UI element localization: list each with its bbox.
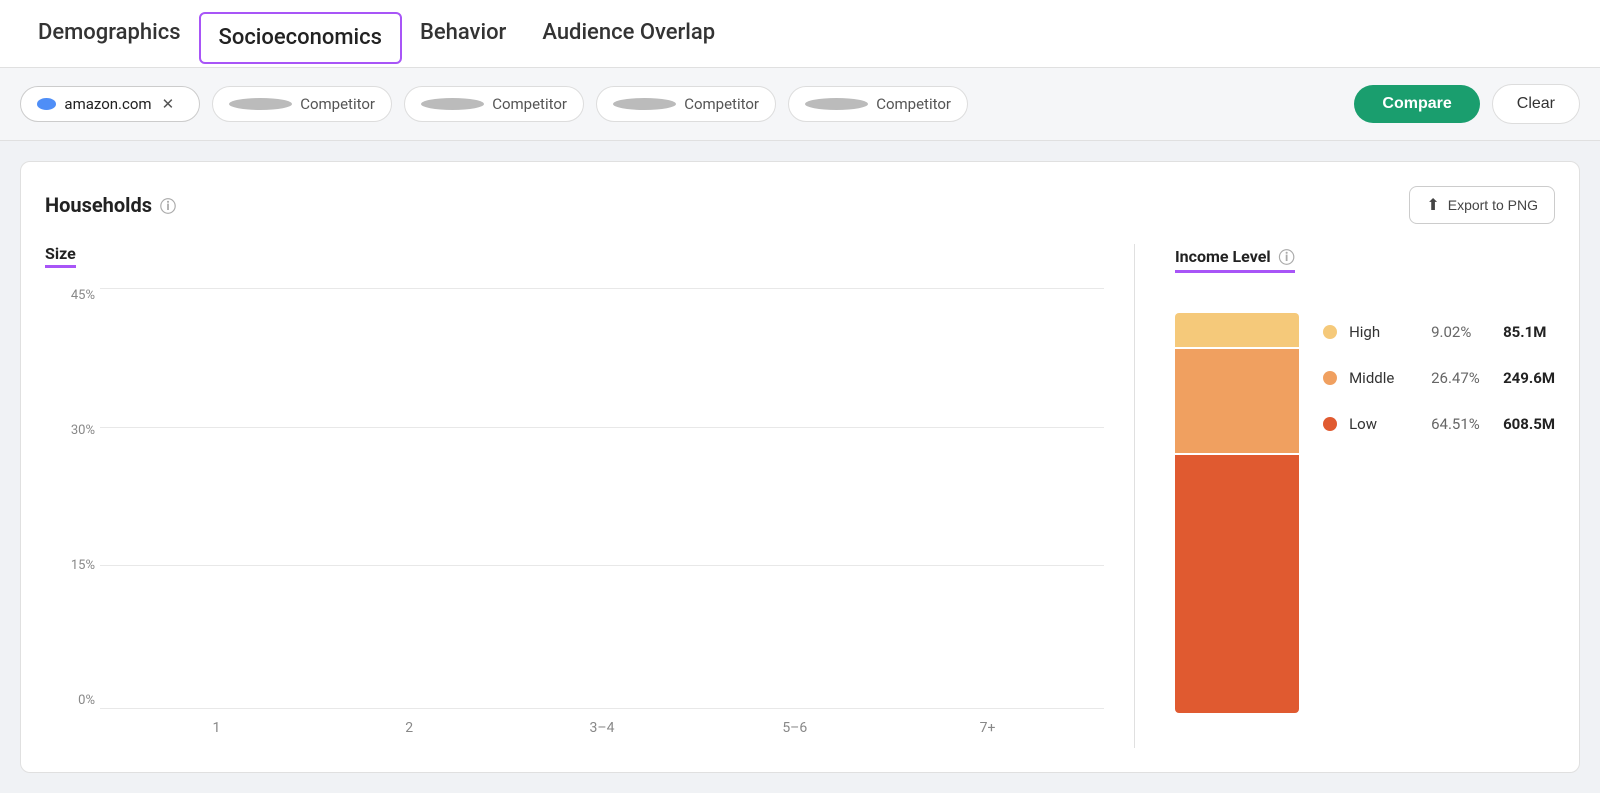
- site-dot-5: [805, 98, 868, 110]
- legend-dot-high: [1323, 325, 1337, 339]
- x-label-2: 2: [313, 720, 506, 736]
- tab-audience-overlap[interactable]: Audience Overlap: [524, 0, 733, 68]
- y-axis: 45% 30% 15% 0%: [45, 288, 95, 708]
- site-dot-3: [421, 98, 484, 110]
- legend-val-high: 85.1M: [1503, 323, 1546, 341]
- legend-item-high: High 9.02% 85.1M: [1323, 323, 1555, 341]
- bar-chart-container: 45% 30% 15% 0%: [45, 288, 1104, 748]
- income-chart-section: Income Level ⓘ: [1135, 244, 1555, 748]
- top-nav: Demographics Socioeconomics Behavior Aud…: [0, 0, 1600, 68]
- bars-container: [100, 288, 1104, 708]
- tab-behavior[interactable]: Behavior: [402, 0, 524, 68]
- legend-label-middle: Middle: [1349, 369, 1419, 387]
- legend-item-middle: Middle 26.47% 249.6M: [1323, 369, 1555, 387]
- tab-demographics[interactable]: Demographics: [20, 0, 199, 68]
- legend-pct-middle: 26.47%: [1431, 369, 1491, 387]
- export-button[interactable]: ⬆ Export to PNG: [1409, 186, 1555, 224]
- filter-bar: amazon.com ✕ Competitor Competitor Compe…: [0, 68, 1600, 141]
- income-chart-title: Income Level ⓘ: [1175, 244, 1295, 273]
- tab-socioeconomics[interactable]: Socioeconomics: [199, 12, 402, 64]
- legend-val-middle: 249.6M: [1503, 369, 1555, 387]
- legend-val-low: 608.5M: [1503, 415, 1555, 433]
- bar-chart-title: Size: [45, 244, 76, 268]
- legend-label-high: High: [1349, 323, 1419, 341]
- card-title: Households ⓘ: [45, 193, 176, 217]
- legend-dot-middle: [1323, 371, 1337, 385]
- y-label-15: 15%: [45, 558, 95, 573]
- x-label-56: 5–6: [698, 720, 891, 736]
- chart-area: [100, 288, 1104, 708]
- segment-low: [1175, 455, 1299, 713]
- legend-label-low: Low: [1349, 415, 1419, 433]
- y-label-30: 30%: [45, 423, 95, 438]
- site-input-4[interactable]: Competitor: [596, 86, 776, 122]
- households-info-icon[interactable]: ⓘ: [160, 193, 176, 217]
- legend-dot-low: [1323, 417, 1337, 431]
- site-dot-2: [229, 98, 292, 110]
- y-label-45: 45%: [45, 288, 95, 303]
- compare-button[interactable]: Compare: [1354, 85, 1479, 123]
- card-header: Households ⓘ ⬆ Export to PNG: [45, 186, 1555, 224]
- segment-high: [1175, 313, 1299, 349]
- stacked-bar: [1175, 313, 1299, 713]
- site-dot-4: [613, 98, 676, 110]
- legend-pct-high: 9.02%: [1431, 323, 1491, 341]
- households-card: Households ⓘ ⬆ Export to PNG Size 45% 30…: [20, 161, 1580, 773]
- x-label-7plus: 7+: [891, 720, 1084, 736]
- legend-item-low: Low 64.51% 608.5M: [1323, 415, 1555, 433]
- main-content: Households ⓘ ⬆ Export to PNG Size 45% 30…: [0, 141, 1600, 793]
- y-label-0: 0%: [45, 693, 95, 708]
- export-icon: ⬆: [1426, 195, 1439, 215]
- charts-row: Size 45% 30% 15% 0%: [45, 244, 1555, 748]
- x-label-1: 1: [120, 720, 313, 736]
- income-legend: High 9.02% 85.1M Middle 26.47% 249.6M: [1323, 313, 1555, 433]
- site-dot-1: [37, 98, 56, 110]
- segment-middle: [1175, 349, 1299, 455]
- site-input-1[interactable]: amazon.com ✕: [20, 86, 200, 122]
- site-input-5[interactable]: Competitor: [788, 86, 968, 122]
- x-labels: 1 2 3–4 5–6 7+: [100, 708, 1104, 748]
- income-info-icon[interactable]: ⓘ: [1279, 244, 1295, 268]
- income-chart-row: High 9.02% 85.1M Middle 26.47% 249.6M: [1175, 313, 1555, 713]
- site-input-2[interactable]: Competitor: [212, 86, 392, 122]
- site-input-3[interactable]: Competitor: [404, 86, 584, 122]
- site-close-1[interactable]: ✕: [160, 95, 183, 113]
- legend-pct-low: 64.51%: [1431, 415, 1491, 433]
- bar-chart-section: Size 45% 30% 15% 0%: [45, 244, 1135, 748]
- x-label-34: 3–4: [506, 720, 699, 736]
- clear-button[interactable]: Clear: [1492, 84, 1580, 124]
